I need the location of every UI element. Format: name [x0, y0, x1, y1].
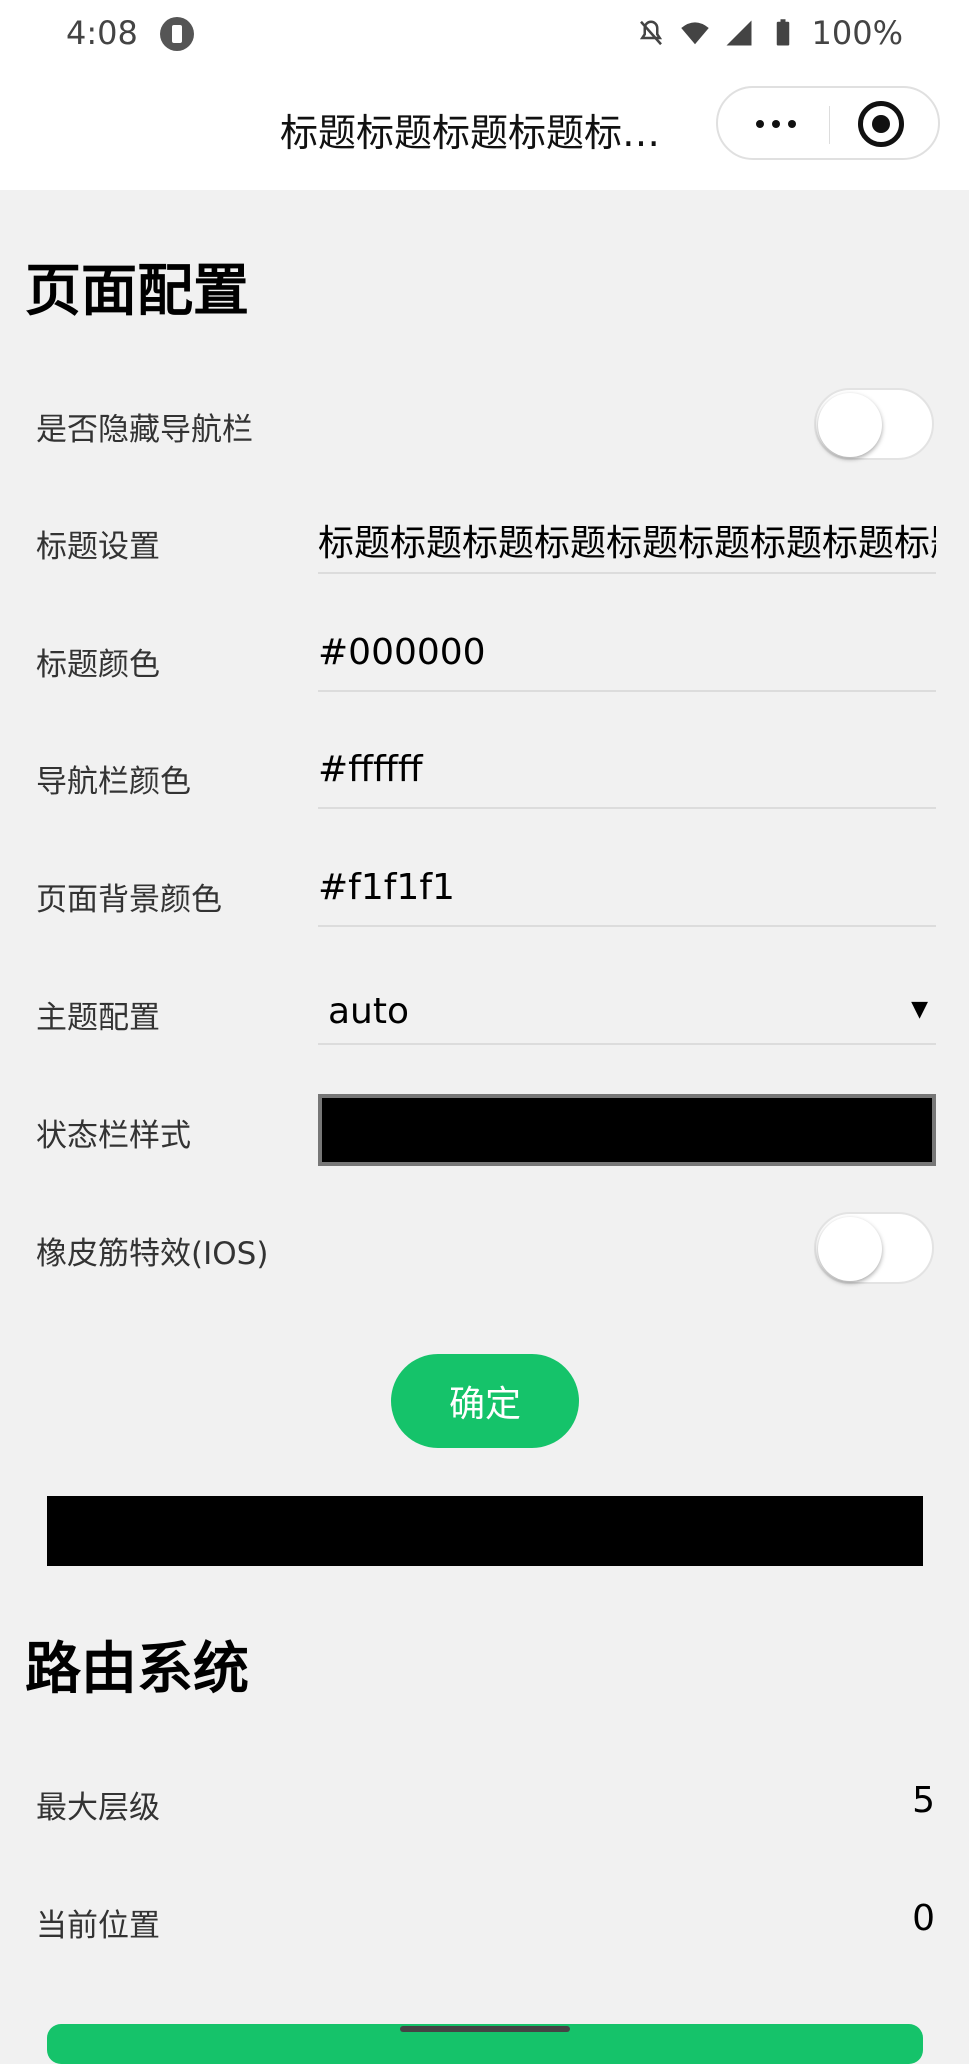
hide-nav-toggle[interactable]	[814, 388, 934, 460]
battery-icon	[776, 19, 789, 46]
app-icon	[160, 17, 194, 51]
toggle-knob	[818, 1217, 882, 1281]
theme-select[interactable]: auto ▼	[318, 985, 936, 1045]
bg-color-label: 页面背景颜色	[36, 882, 222, 918]
menu-capsule	[716, 86, 940, 160]
title-setting-label: 标题设置	[36, 529, 160, 565]
wifi-icon	[680, 22, 709, 45]
section-title-page-config: 页面配置	[25, 259, 249, 324]
status-icons: 100%	[636, 14, 903, 52]
bg-color-input[interactable]: #f1f1f1	[318, 867, 936, 927]
title-setting-input[interactable]: 标题标题标题标题标题标题标题标题标题标题	[318, 514, 936, 574]
bounce-toggle[interactable]	[814, 1212, 934, 1284]
toggle-knob	[818, 393, 882, 457]
current-position-value: 0	[912, 1898, 935, 1939]
bell-off-icon	[639, 20, 662, 46]
statusbar-style-select[interactable]	[318, 1094, 936, 1166]
bounce-label: 橡皮筋特效(IOS)	[36, 1236, 269, 1272]
title-color-input[interactable]: #000000	[318, 632, 936, 692]
max-level-value: 5	[912, 1780, 935, 1821]
battery-percent: 100%	[811, 14, 903, 52]
black-bar	[47, 1496, 923, 1566]
theme-label: 主题配置	[36, 1000, 160, 1036]
current-position-label: 当前位置	[36, 1908, 160, 1944]
hide-nav-label: 是否隐藏导航栏	[36, 412, 253, 448]
confirm-button[interactable]: 确定	[391, 1354, 579, 1448]
section-title-router: 路由系统	[25, 1637, 249, 1702]
close-target-icon[interactable]	[858, 101, 904, 147]
page-title: 标题标题标题标题标题标题标题标题标题标题	[280, 111, 692, 155]
more-icon[interactable]	[752, 112, 802, 136]
theme-select-value: auto	[328, 991, 410, 1032]
status-time: 4:08	[66, 14, 138, 52]
title-color-label: 标题颜色	[36, 647, 160, 683]
max-level-label: 最大层级	[36, 1790, 160, 1826]
home-indicator[interactable]	[400, 2026, 570, 2032]
signal-icon	[726, 20, 752, 46]
nav-color-label: 导航栏颜色	[36, 764, 191, 800]
capsule-divider	[829, 106, 830, 144]
status-bar: 4:08 100%	[0, 0, 969, 72]
statusbar-style-label: 状态栏样式	[36, 1118, 191, 1154]
navigation-bar: 标题标题标题标题标题标题标题标题标题标题	[0, 72, 969, 190]
nav-color-input[interactable]: #ffffff	[318, 749, 936, 809]
caret-down-icon: ▼	[911, 997, 928, 1022]
